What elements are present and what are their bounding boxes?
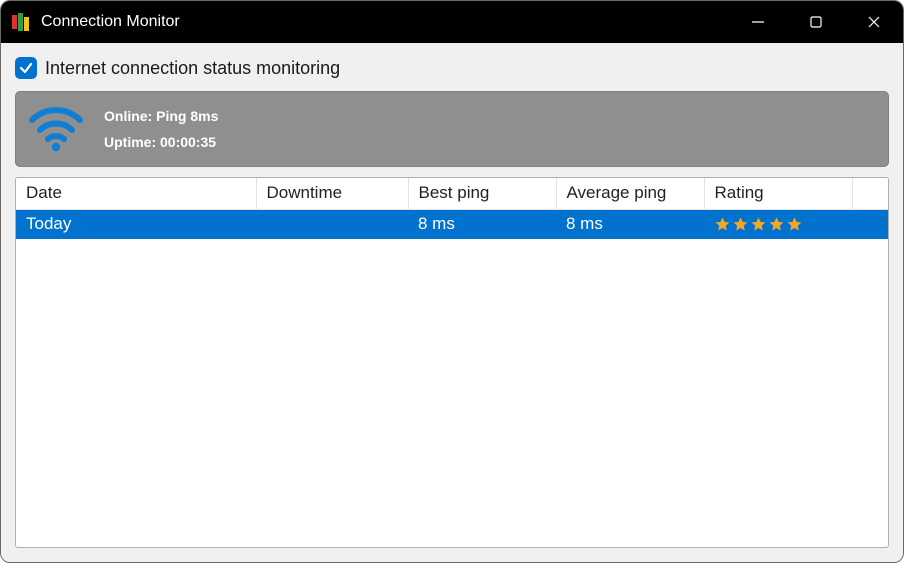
cell-date: Today — [16, 210, 256, 240]
table-header-row: Date Downtime Best ping Average ping Rat… — [16, 178, 888, 210]
cell-spacer — [852, 210, 888, 240]
app-window: Connection Monitor Internet connection s… — [0, 0, 904, 563]
status-uptime-line: Uptime: 00:00:35 — [104, 134, 218, 150]
app-icon — [11, 12, 31, 32]
star-icon — [768, 216, 785, 233]
status-online-line: Online: Ping 8ms — [104, 108, 218, 124]
close-button[interactable] — [845, 1, 903, 43]
status-text: Online: Ping 8ms Uptime: 00:00:35 — [104, 108, 218, 150]
content-area: Internet connection status monitoring On… — [1, 43, 903, 562]
col-rating[interactable]: Rating — [704, 178, 852, 210]
cell-avg-ping: 8 ms — [556, 210, 704, 240]
window-controls — [729, 1, 903, 43]
col-avg-ping[interactable]: Average ping — [556, 178, 704, 210]
window-title: Connection Monitor — [41, 13, 729, 31]
history-table: Date Downtime Best ping Average ping Rat… — [15, 177, 889, 548]
col-downtime[interactable]: Downtime — [256, 178, 408, 210]
titlebar: Connection Monitor — [1, 1, 903, 43]
rating-stars — [714, 216, 842, 233]
star-icon — [786, 216, 803, 233]
monitoring-checkbox[interactable] — [15, 57, 37, 79]
cell-downtime — [256, 210, 408, 240]
star-icon — [732, 216, 749, 233]
cell-rating — [704, 210, 852, 240]
minimize-button[interactable] — [729, 1, 787, 43]
monitoring-checkbox-label: Internet connection status monitoring — [45, 58, 340, 79]
wifi-icon — [28, 104, 84, 154]
status-panel: Online: Ping 8ms Uptime: 00:00:35 — [15, 91, 889, 167]
cell-best-ping: 8 ms — [408, 210, 556, 240]
monitoring-toggle-row: Internet connection status monitoring — [15, 57, 889, 79]
col-spacer — [852, 178, 888, 210]
col-date[interactable]: Date — [16, 178, 256, 210]
col-best-ping[interactable]: Best ping — [408, 178, 556, 210]
star-icon — [750, 216, 767, 233]
maximize-button[interactable] — [787, 1, 845, 43]
table-row[interactable]: Today 8 ms 8 ms — [16, 210, 888, 240]
star-icon — [714, 216, 731, 233]
